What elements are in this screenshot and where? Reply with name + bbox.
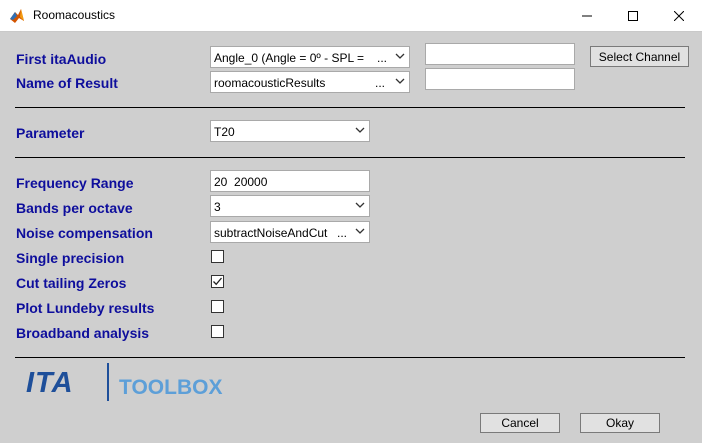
broadband-analysis-checkbox[interactable]	[211, 325, 224, 338]
separator	[15, 107, 685, 108]
name-of-result-extra-field[interactable]	[425, 68, 575, 90]
frequency-range-field[interactable]: 20 20000	[210, 170, 370, 192]
single-precision-checkbox[interactable]	[211, 250, 224, 263]
single-precision-label: Single precision	[16, 250, 125, 266]
separator	[15, 357, 685, 358]
first-itaaudio-extra-field[interactable]	[425, 43, 575, 65]
first-itaaudio-dropdown[interactable]: Angle_0 (Angle = 0º - SPL = ...	[210, 46, 410, 68]
broadband-analysis-label: Broadband analysis	[16, 325, 150, 341]
name-of-result-value: roomacousticResults	[214, 76, 326, 90]
parameter-dropdown[interactable]: T20	[210, 120, 370, 142]
minimize-icon	[582, 15, 592, 16]
ita-logo: ITA	[26, 367, 74, 399]
window-title: Roomacoustics	[33, 8, 116, 22]
frequency-range-value: 20 20000	[214, 175, 268, 189]
chevron-down-icon	[395, 53, 405, 59]
name-of-result-label: Name of Result	[16, 75, 118, 91]
minimize-button[interactable]	[564, 0, 610, 31]
first-itaaudio-value: Angle_0 (Angle = 0º - SPL =	[214, 51, 365, 65]
noise-compensation-ellipsis: ...	[337, 226, 348, 240]
checkmark-icon	[213, 277, 222, 286]
matlab-icon	[10, 9, 24, 23]
cancel-button[interactable]: Cancel	[480, 413, 560, 433]
parameter-value: T20	[214, 125, 235, 139]
noise-compensation-dropdown[interactable]: subtractNoiseAndCut ...	[210, 221, 370, 243]
first-itaaudio-label: First itaAudio	[16, 51, 107, 67]
noise-compensation-value: subtractNoiseAndCut	[214, 226, 328, 240]
name-of-result-ellipsis: ...	[375, 76, 386, 90]
maximize-button[interactable]	[610, 0, 656, 31]
okay-button[interactable]: Okay	[580, 413, 660, 433]
chevron-down-icon	[355, 127, 365, 133]
select-channel-button[interactable]: Select Channel	[590, 46, 689, 67]
first-itaaudio-ellipsis: ...	[377, 51, 388, 65]
bands-per-octave-label: Bands per octave	[16, 200, 133, 216]
chevron-down-icon	[355, 228, 365, 234]
plot-lundeby-label: Plot Lundeby results	[16, 300, 155, 316]
close-button[interactable]	[656, 0, 702, 31]
bands-per-octave-value: 3	[214, 200, 221, 214]
logo-divider	[107, 363, 109, 401]
name-of-result-dropdown[interactable]: roomacousticResults ...	[210, 71, 410, 93]
cut-tailing-zeros-label: Cut tailing Zeros	[16, 275, 127, 291]
chevron-down-icon	[395, 78, 405, 84]
chevron-down-icon	[355, 202, 365, 208]
separator	[15, 157, 685, 158]
close-icon	[674, 10, 684, 21]
maximize-icon	[628, 10, 638, 21]
noise-compensation-label: Noise compensation	[16, 225, 153, 241]
parameter-label: Parameter	[16, 125, 85, 141]
bands-per-octave-dropdown[interactable]: 3	[210, 195, 370, 217]
toolbox-logo: TOOLBOX	[119, 376, 223, 399]
cut-tailing-zeros-checkbox[interactable]	[211, 275, 224, 288]
title-bar: Roomacoustics	[0, 0, 702, 32]
frequency-range-label: Frequency Range	[16, 175, 134, 191]
plot-lundeby-checkbox[interactable]	[211, 300, 224, 313]
